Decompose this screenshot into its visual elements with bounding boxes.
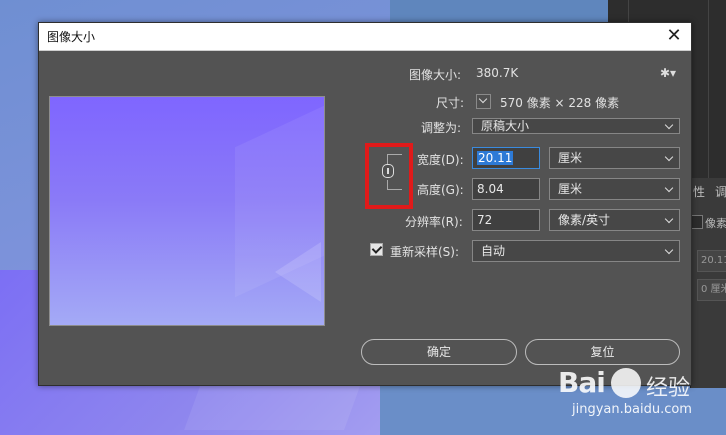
resample-label: 重新采样(S): (390, 245, 460, 259)
dialog-title: 图像大小 (47, 30, 96, 44)
height-value: 8.04 (477, 182, 504, 196)
gear-icon[interactable]: ✱▾ (660, 66, 676, 80)
panel-unit-label: 像素 (705, 217, 726, 230)
chevron-down-icon (664, 120, 674, 130)
image-size-value: 380.7K (476, 66, 519, 80)
height-label: 高度(G): (417, 183, 464, 197)
ok-button-label: 确定 (426, 345, 451, 359)
width-label: 宽度(D): (417, 153, 464, 167)
height-unit-value: 厘米 (558, 182, 583, 196)
dialog-titlebar[interactable]: 图像大小 ✕ (39, 23, 691, 51)
resample-checkbox[interactable] (370, 243, 383, 256)
resolution-unit-value: 像素/英寸 (558, 213, 611, 227)
paw-icon (611, 368, 641, 398)
image-size-label: 图像大小: (409, 68, 462, 82)
highlight-annotation (365, 143, 413, 209)
ok-button[interactable]: 确定 (361, 339, 517, 365)
height-unit-select[interactable]: 厘米 (549, 178, 680, 200)
dimensions-label: 尺寸: (436, 96, 465, 110)
panel-divider (708, 0, 709, 178)
width-unit-value: 厘米 (558, 151, 583, 165)
watermark-url: jingyan.baidu.com (572, 402, 692, 417)
fit-to-select[interactable]: 原稿大小 (472, 118, 680, 134)
width-value: 20.11 (477, 151, 514, 165)
height-input[interactable]: 8.04 (472, 178, 540, 200)
fit-to-value: 原稿大小 (481, 119, 530, 133)
resolution-value: 72 (477, 213, 493, 227)
properties-panel: 性 调 像素 20.11 0 厘米 (689, 178, 726, 388)
reset-button[interactable]: 复位 (525, 339, 680, 365)
resolution-input[interactable]: 72 (472, 209, 540, 231)
panel-width-field[interactable]: 20.11 (697, 250, 726, 272)
width-unit-select[interactable]: 厘米 (549, 147, 680, 169)
panel-offset-field[interactable]: 0 厘米 (697, 279, 726, 301)
image-size-dialog: 图像大小 ✕ ✱▾ 图像大小: 380.7K 尺寸: 570 像素 × 228 … (38, 22, 692, 386)
reset-button-label: 复位 (590, 345, 615, 359)
chevron-down-icon[interactable] (476, 94, 491, 109)
resample-select[interactable]: 自动 (472, 240, 680, 262)
image-preview[interactable] (49, 96, 325, 326)
preview-play-shape (275, 242, 321, 302)
fit-to-label: 调整为: (421, 121, 462, 135)
chevron-down-icon (664, 152, 674, 162)
resolution-label: 分辨率(R): (405, 215, 463, 229)
baidu-logo: Bai (558, 366, 606, 399)
chevron-down-icon (664, 245, 674, 255)
watermark-jingyan: 经验 (646, 376, 691, 401)
width-input[interactable]: 20.11 (472, 147, 540, 169)
chevron-down-icon (664, 183, 674, 193)
resolution-unit-select[interactable]: 像素/英寸 (549, 209, 680, 231)
close-icon[interactable]: ✕ (663, 25, 685, 47)
tab-adjustments[interactable]: 调 (715, 180, 726, 204)
chevron-down-icon (664, 214, 674, 224)
dimensions-value: 570 像素 × 228 像素 (500, 96, 620, 110)
tab-properties[interactable]: 性 (693, 180, 705, 204)
resample-value: 自动 (481, 244, 506, 258)
